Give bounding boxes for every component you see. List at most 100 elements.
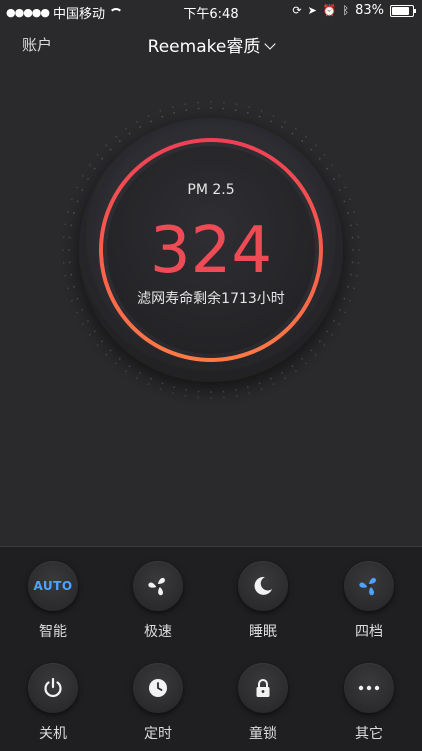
gauge-tick-dot — [326, 330, 329, 333]
gauge-tick-dot — [128, 132, 131, 135]
chevron-down-icon — [264, 38, 276, 50]
gauge-tick-dot — [284, 377, 286, 380]
power-button[interactable]: 关机 — [23, 663, 83, 743]
gauge-tick-dot — [159, 388, 162, 390]
rotation-lock-icon: ⟳ — [292, 4, 302, 17]
control-panel: AUTO 智能 极速 睡眠 四档 关机 定时 童锁 其它 — [0, 546, 422, 751]
gauge-tick-dot — [281, 126, 283, 128]
battery-icon — [390, 4, 416, 17]
gauge-tick-dot — [305, 362, 307, 365]
gauge-tick-dot — [284, 120, 286, 123]
power-label: 关机 — [39, 726, 67, 742]
child-lock-button[interactable]: 童锁 — [233, 663, 293, 743]
gauge-tick-dot — [333, 320, 335, 322]
gauge-tick-dot — [115, 135, 117, 138]
gauge-tick-dot — [295, 370, 297, 373]
gauge-tick-dot — [101, 340, 104, 343]
gauge-tick-dot — [150, 377, 152, 380]
gauge-tick-dot — [184, 394, 187, 397]
pm25-gauge: PM 2.5 324 滤网寿命剩余1713小时 — [0, 90, 422, 410]
gauge-tick-dot — [281, 372, 283, 374]
gauge-tick-dot — [270, 120, 272, 123]
gauge-tick-dot — [338, 175, 341, 177]
gauge-tick-dot — [270, 377, 272, 380]
gauge-tick-dot — [222, 107, 225, 110]
mode-auto-button[interactable]: AUTO 智能 — [23, 561, 83, 641]
gauge-tick-dot — [76, 311, 78, 314]
gauge-tick-dot — [235, 103, 238, 106]
gauge-tick-dot — [76, 200, 79, 203]
more-icon — [344, 663, 394, 713]
gauge-tick-dot — [171, 106, 174, 108]
timer-button[interactable]: 定时 — [128, 663, 188, 743]
gauge-tick-dot — [210, 397, 212, 399]
gauge-tick-dot — [128, 365, 131, 368]
gauge-tick-dot — [272, 383, 275, 385]
gauge-tick-dot — [147, 115, 150, 117]
gauge-tick-dot — [323, 344, 326, 346]
more-button[interactable]: 其它 — [339, 663, 399, 743]
gauge-tick-dot — [258, 382, 261, 385]
gauge-tick-dot — [118, 357, 121, 360]
gauge-tick-dot — [260, 388, 263, 390]
gauge-tick-dot — [125, 370, 127, 373]
device-selector[interactable]: Reemake睿质 — [0, 32, 422, 57]
gauge-tick-dot — [333, 178, 335, 180]
status-bar: ●●●●● 中国移动 下午6:48 ⟳ ➤ ⏰ ᛒ 83% — [0, 0, 422, 22]
gauge-tick-dot — [344, 311, 346, 314]
gauge-tick-dot — [125, 127, 127, 130]
gauge-tick-dot — [343, 200, 346, 203]
battery-percent: 83% — [355, 3, 384, 18]
gauge-tick-dot — [109, 148, 112, 151]
gauge-tick-dot — [260, 110, 263, 112]
device-title: Reemake睿质 — [147, 37, 261, 57]
mode-auto-label: 智能 — [39, 624, 67, 640]
nav-bar: 账户 Reemake睿质 — [0, 22, 422, 66]
gauge-tick-dot — [301, 357, 304, 360]
gauge-tick-dot — [173, 111, 176, 114]
gauge-tick-dot — [150, 120, 152, 123]
gauge-tick-dot — [210, 101, 212, 103]
gauge-tick-dot — [272, 115, 275, 117]
gauge-tick-dot — [93, 330, 96, 333]
gauge-tick-dot — [171, 392, 174, 394]
gauge-tick-dot — [88, 164, 91, 166]
mode-level4-label: 四档 — [355, 624, 383, 640]
gauge-tick-dot — [331, 164, 334, 166]
gauge-tick-dot — [326, 167, 329, 170]
mode-turbo-button[interactable]: 极速 — [128, 561, 188, 641]
gauge-tick-dot — [223, 101, 225, 104]
gauge-tick-dot — [173, 386, 176, 389]
gauge-tick-dot — [338, 309, 341, 311]
gauge-tick-dot — [301, 140, 304, 143]
gauge-tick-dot — [96, 344, 99, 346]
gauge-tick-dot — [246, 111, 249, 114]
gauge-tick-dot — [246, 386, 249, 389]
mode-turbo-label: 极速 — [144, 624, 172, 640]
gauge-tick-dot — [115, 362, 117, 365]
mode-sleep-button[interactable]: 睡眠 — [233, 561, 293, 641]
gauge-tick-dot — [235, 394, 238, 397]
alarm-icon: ⏰ — [322, 4, 337, 17]
more-label: 其它 — [355, 726, 383, 742]
gauge-tick-dot — [197, 396, 200, 399]
gauge-tick-dot — [147, 383, 150, 385]
fan-blue-icon — [344, 561, 394, 611]
gauge-tick-dot — [197, 107, 200, 110]
gauge-tick-dot — [139, 126, 141, 128]
mode-sleep-label: 睡眠 — [249, 624, 277, 640]
gauge-tick-dot — [185, 109, 188, 112]
gauge-tick-dot — [136, 120, 138, 123]
gauge-tick-dot — [71, 198, 73, 201]
gauge-tick-dot — [139, 372, 141, 374]
mode-level4-button[interactable]: 四档 — [339, 561, 399, 641]
gauge-tick-dot — [318, 157, 321, 160]
gauge-tick-dot — [331, 334, 334, 336]
gauge-tick-dot — [223, 396, 225, 399]
status-right: ⟳ ➤ ⏰ ᛒ 83% — [292, 3, 416, 18]
gauge-tick-dot — [295, 127, 297, 130]
location-icon: ➤ — [307, 4, 317, 17]
gauge-tick-dot — [222, 390, 225, 393]
gauge-tick-dot — [87, 178, 89, 180]
gauge-tick-dot — [159, 110, 162, 112]
